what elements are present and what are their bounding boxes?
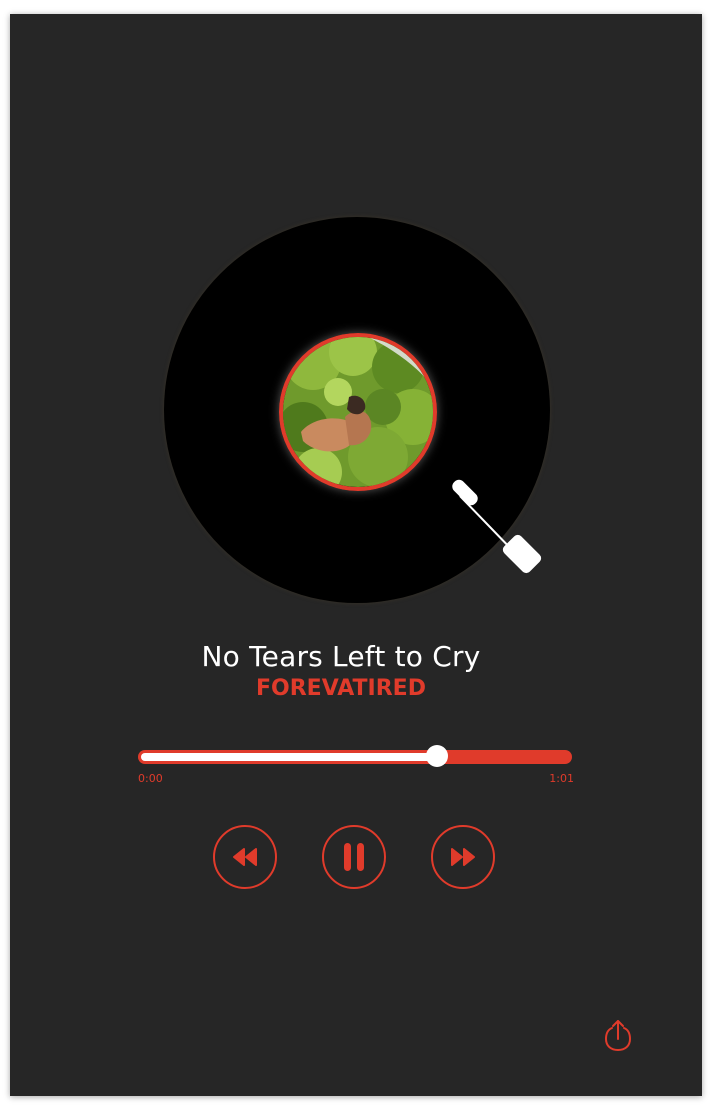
track-info: No Tears Left to Cry FOREVATIRED (10, 639, 702, 703)
progress-handle[interactable] (426, 745, 448, 767)
fast-forward-button[interactable] (431, 825, 495, 889)
pause-icon (344, 843, 364, 871)
progress-bar[interactable] (138, 745, 572, 767)
pause-button[interactable] (322, 825, 386, 889)
album-cover (279, 333, 437, 491)
rewind-button[interactable] (213, 825, 277, 889)
progress-fill (141, 753, 437, 761)
duration-time: 1:01 (549, 772, 574, 785)
rewind-icon (233, 848, 257, 866)
artist-name: FOREVATIRED (256, 676, 426, 701)
share-icon[interactable] (603, 1018, 633, 1052)
tonearm[interactable] (434, 472, 554, 592)
vinyl-record-area (164, 217, 550, 603)
current-time: 0:00 (138, 772, 163, 785)
fast-forward-icon (451, 848, 475, 866)
song-title: No Tears Left to Cry (201, 640, 481, 673)
player-window: No Tears Left to Cry FOREVATIRED 0:00 1:… (10, 14, 702, 1096)
